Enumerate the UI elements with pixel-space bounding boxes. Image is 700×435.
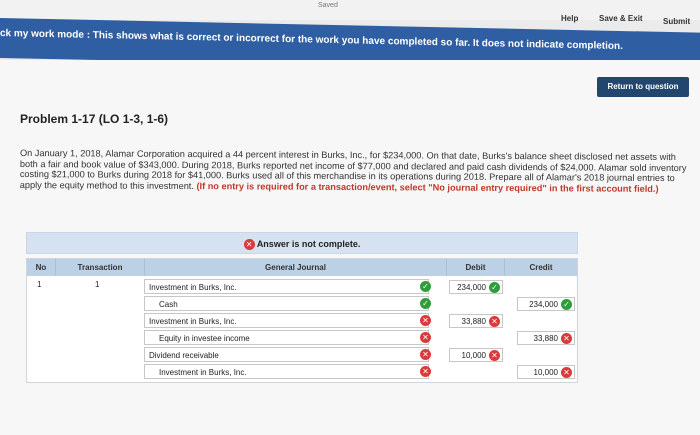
answer-status-bar: ✕ Answer is not complete.	[26, 232, 578, 254]
incorrect-icon: ✕	[489, 350, 500, 361]
header-credit: Credit	[505, 259, 577, 276]
account-field[interactable]: Cash	[144, 296, 429, 311]
incorrect-icon: ✕	[561, 367, 572, 378]
correct-icon: ✓	[420, 281, 431, 292]
answer-status-text: Answer is not complete.	[256, 239, 361, 249]
incorrect-icon: ✕	[561, 333, 572, 344]
header-transaction: Transaction	[56, 259, 145, 276]
header-debit: Debit	[447, 259, 505, 276]
journal-table: No Transaction General Journal Debit Cre…	[26, 258, 578, 383]
debit-amount-field-value: 10,000	[461, 351, 486, 360]
credit-amount-field-value: 33,880	[533, 334, 558, 343]
incorrect-icon: ✕	[489, 316, 500, 327]
debit-amount-field[interactable]: 10,000 ✕	[449, 348, 503, 362]
problem-text: On January 1, 2018, Alamar Corporation a…	[20, 148, 695, 194]
incorrect-icon: ✕	[420, 349, 431, 360]
debit-amount-field-value: 234,000	[457, 283, 486, 292]
account-field[interactable]: Investment in Burks, Inc.	[144, 364, 429, 379]
save-exit-link[interactable]: Save & Exit	[599, 14, 643, 23]
submit-link[interactable]: Submit	[663, 17, 690, 26]
correct-icon: ✓	[561, 299, 572, 310]
debit-amount-field[interactable]: 33,880 ✕	[449, 314, 503, 328]
account-field[interactable]: Equity in investee income	[144, 330, 429, 345]
row-transaction: 1	[95, 280, 100, 289]
credit-amount-field-value: 234,000	[529, 300, 558, 309]
top-toolbar: Saved Help Save & Exit Submit	[0, 0, 700, 26]
account-field[interactable]: Investment in Burks, Inc.	[144, 279, 429, 294]
correct-icon: ✓	[420, 298, 431, 309]
credit-amount-field[interactable]: 33,880 ✕	[517, 331, 575, 345]
correct-icon: ✓	[489, 282, 500, 293]
header-no: No	[27, 259, 56, 276]
account-field[interactable]: Dividend receivable	[144, 347, 429, 362]
row-no: 1	[37, 280, 42, 289]
credit-amount-field[interactable]: 234,000 ✓	[517, 297, 575, 311]
incorrect-icon: ✕	[420, 315, 431, 326]
header-general-journal: General Journal	[145, 259, 447, 276]
help-link[interactable]: Help	[561, 14, 578, 23]
return-to-question-button[interactable]: Return to question	[597, 77, 689, 97]
banner-text: ck my work mode : This shows what is cor…	[0, 28, 623, 53]
debit-amount-field[interactable]: 234,000 ✓	[449, 280, 503, 294]
debit-amount-field-value: 33,880	[461, 317, 486, 326]
problem-title: Problem 1-17 (LO 1-3, 1-6)	[20, 112, 169, 126]
incorrect-icon: ✕	[420, 332, 431, 343]
incorrect-icon: ✕	[420, 366, 431, 377]
saved-status: Saved	[318, 2, 338, 9]
incorrect-icon: ✕	[243, 239, 255, 251]
credit-amount-field[interactable]: 10,000 ✕	[517, 365, 575, 379]
credit-amount-field-value: 10,000	[533, 368, 558, 377]
problem-instruction: (If no entry is required for a transacti…	[196, 180, 659, 194]
account-field[interactable]: Investment in Burks, Inc.	[144, 313, 429, 328]
